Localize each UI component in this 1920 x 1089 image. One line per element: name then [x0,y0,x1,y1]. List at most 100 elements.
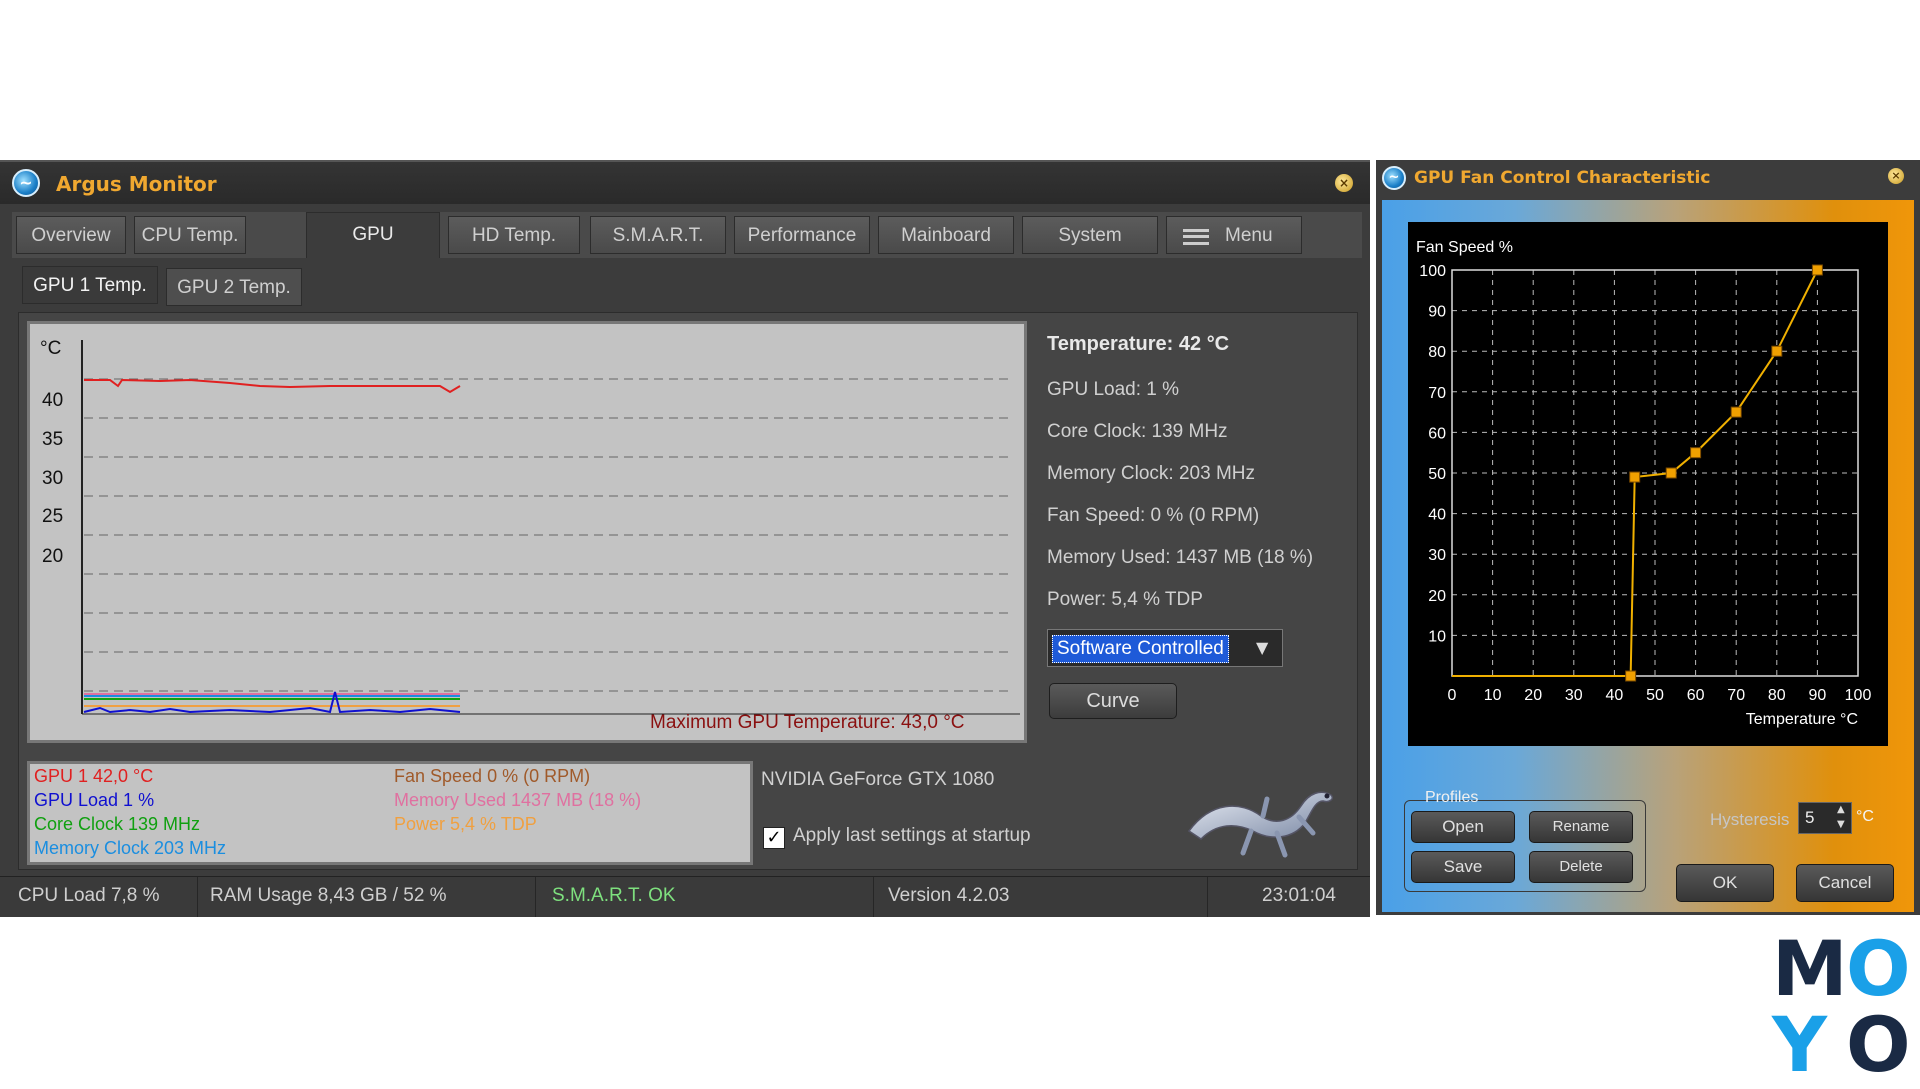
x-tick-label: 0 [1448,687,1457,704]
stepper-up-icon[interactable]: ▲ [1837,804,1845,815]
tab-cpu-temp[interactable]: CPU Temp. [134,216,246,254]
curve-button[interactable]: Curve [1049,683,1177,719]
x-tick-label: 80 [1768,687,1786,704]
status-version: Version 4.2.03 [878,877,1208,917]
y-tick-label: 30 [1428,547,1446,564]
temperature-graph: °C 40 35 30 25 20 Maximum GPU Temperatur… [27,321,1027,743]
hysteresis-value: 5 [1805,808,1815,827]
x-tick-label: 40 [1606,687,1624,704]
hysteresis-unit: °C [1856,808,1874,825]
subtab-gpu1-temp[interactable]: GPU 1 Temp. [22,266,158,304]
salamander-logo-icon [1187,791,1334,858]
open-profile-button[interactable]: Open [1411,811,1515,843]
rename-profile-button[interactable]: Rename [1529,811,1633,843]
memory-clock-readout: Memory Clock: 203 MHz [1047,463,1255,484]
status-bar: CPU Load 7,8 % RAM Usage 8,43 GB / 52 % … [0,876,1370,917]
y-axis-title: Fan Speed % [1416,239,1513,256]
chevron-down-icon: ▼ [1256,638,1269,657]
argus-logo-icon: ~ [12,169,40,197]
hysteresis-label: Hysteresis [1710,810,1790,829]
memory-used-readout: Memory Used: 1437 MB (18 %) [1047,547,1314,568]
moyo-letter: O [1846,1000,1911,1089]
x-axis-title: Temperature °C [1746,711,1858,728]
tab-hd-temp[interactable]: HD Temp. [448,216,580,254]
gpu-load-readout: GPU Load: 1 % [1047,379,1180,400]
status-time: 23:01:04 [1262,885,1336,906]
tab-smart[interactable]: S.M.A.R.T. [590,216,726,254]
fan-window-logo-icon: ~ [1382,166,1406,190]
fan-curve-chart: Fan Speed % 0 10 20 30 40 50 60 70 80 90 100 10 20 30 4… [1408,222,1888,746]
power-readout: Power: 5,4 % TDP [1047,589,1203,610]
apply-startup-label: Apply last settings at startup [793,825,1031,846]
tab-overview[interactable]: Overview [16,216,126,254]
max-temp-label: Maximum GPU Temperature: 43,0 °C [650,712,965,733]
ok-button[interactable]: OK [1676,864,1774,902]
cancel-button[interactable]: Cancel [1796,864,1894,902]
y-tick-label: 100 [1419,263,1446,280]
x-tick-label: 90 [1809,687,1827,704]
legend-gpu-load: GPU Load 1 % [34,790,155,810]
y-tick-label: 90 [1428,304,1446,321]
y-tick-label: 80 [1428,344,1446,361]
legend-power: Power 5,4 % TDP [394,814,537,834]
legend-memory-clock: Memory Clock 203 MHz [34,838,227,858]
curve-point[interactable] [1690,447,1702,459]
status-ram-usage: RAM Usage 8,43 GB / 52 % [200,877,536,917]
tab-mainboard[interactable]: Mainboard [878,216,1014,254]
argus-window: ~ Argus Monitor × Overview CPU Temp. GPU… [0,160,1370,917]
fan-mode-value: Software Controlled [1052,635,1229,663]
curve-point[interactable] [1625,670,1637,682]
apply-startup-checkbox[interactable]: ✓ [763,827,785,849]
curve-point[interactable] [1629,471,1641,483]
core-clock-readout: Core Clock: 139 MHz [1047,421,1228,442]
x-tick-label: 60 [1687,687,1705,704]
y-tick-label: 20 [1428,588,1446,605]
close-icon[interactable]: × [1888,168,1904,184]
y-tick-label: 10 [1428,628,1446,645]
x-tick-label: 30 [1565,687,1583,704]
fan-window-body: Fan Speed % 0 10 20 30 40 50 60 70 80 90 100 10 20 30 4… [1382,200,1914,912]
curve-point[interactable] [1665,467,1677,479]
fan-mode-select[interactable]: Software Controlled ▼ [1047,629,1283,667]
tab-system[interactable]: System [1022,216,1158,254]
stepper-down-icon[interactable]: ▼ [1837,819,1845,830]
gpu-panel: °C 40 35 30 25 20 Maximum GPU Temperatur… [18,312,1358,870]
hamburger-icon [1183,229,1209,245]
curve-point[interactable] [1771,345,1783,357]
fan-curve-plot[interactable]: Fan Speed % 0 10 20 30 40 50 60 70 80 90 100 10 20 30 4… [1408,222,1888,746]
fan-window-title: GPU Fan Control Characteristic [1414,168,1711,188]
profiles-group: Profiles Open Rename Save Delete [1404,789,1646,892]
subtab-gpu2-temp[interactable]: GPU 2 Temp. [166,268,302,306]
menu-label: Menu [1225,225,1273,246]
curve-point[interactable] [1811,264,1823,276]
fan-control-window: ~ GPU Fan Control Characteristic × Fan S… [1376,160,1920,915]
legend-fan-speed: Fan Speed 0 % (0 RPM) [394,766,591,786]
graph-legend: GPU 1 42,0 °C GPU Load 1 % Core Clock 13… [27,761,753,865]
menu-button[interactable]: Menu [1166,216,1302,254]
save-profile-button[interactable]: Save [1411,851,1515,883]
x-tick-label: 100 [1845,687,1872,704]
curve-point[interactable] [1730,406,1742,418]
close-icon[interactable]: × [1335,174,1353,192]
tab-performance[interactable]: Performance [734,216,870,254]
delete-profile-button[interactable]: Delete [1529,851,1633,883]
tab-gpu[interactable]: GPU [306,212,440,258]
y-tick-label: 50 [1428,466,1446,483]
main-tab-bar: Overview CPU Temp. GPU HD Temp. S.M.A.R.… [12,212,1362,258]
x-tick-label: 70 [1727,687,1745,704]
temperature-readout: Temperature: 42 °C [1047,333,1230,355]
y-tick-label: 60 [1428,425,1446,442]
x-tick-label: 20 [1524,687,1542,704]
hysteresis-stepper[interactable]: 5 ▲ ▼ [1798,802,1852,834]
status-smart: S.M.A.R.T. OK [540,877,874,917]
status-cpu-load: CPU Load 7,8 % [8,877,198,917]
profiles-label: Profiles [1425,789,1479,806]
legend-gpu-temp: GPU 1 42,0 °C [34,766,154,786]
y-tick-label: 40 [1428,507,1446,524]
legend-memory-used: Memory Used 1437 MB (18 %) [394,790,642,810]
title-bar: ~ Argus Monitor × [0,162,1370,204]
moyo-letter: Y [1772,1000,1828,1089]
y-tick-label: 70 [1428,385,1446,402]
x-tick-label: 50 [1646,687,1664,704]
gpu-temp-trace [84,378,461,394]
